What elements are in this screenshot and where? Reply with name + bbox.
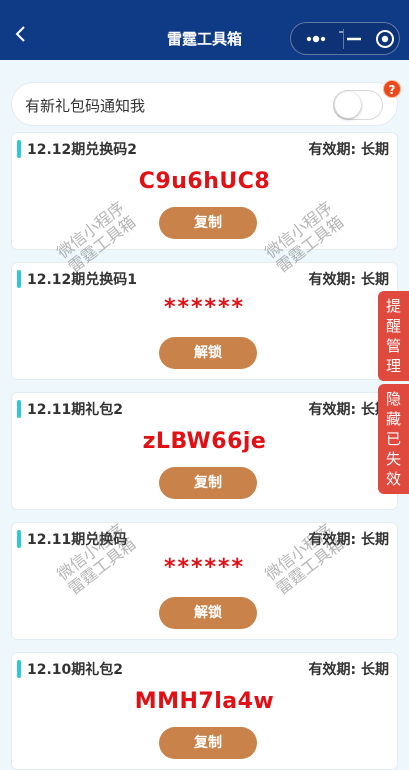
card-validity: 有效期: 长期 xyxy=(308,402,389,418)
navigation-bar: 雷霆工具箱 xyxy=(0,0,409,60)
code-card: 12.11期礼包2 有效期: 长期 zLBW66je 复制 xyxy=(11,392,398,510)
code-card: 12.12期兑换码1 有效期: 长期 ****** 解锁 xyxy=(11,262,398,380)
copy-button[interactable]: 复制 xyxy=(159,207,257,239)
code-card: 12.11期兑换码 有效期: 长期 ****** 解锁 xyxy=(11,522,398,640)
card-title: 12.10期礼包2 xyxy=(27,662,124,678)
code-card: 12.10期礼包2 有效期: 长期 MMH7la4w 复制 xyxy=(11,652,398,770)
card-title: 12.11期礼包2 xyxy=(27,402,124,418)
help-badge[interactable]: ? xyxy=(383,80,401,98)
hide-expired-tab[interactable]: 隐藏已失效 xyxy=(378,384,409,494)
accent-bar xyxy=(17,660,21,678)
card-code[interactable]: zLBW66je xyxy=(12,429,397,454)
accent-bar xyxy=(17,140,21,158)
card-code-masked: ****** xyxy=(163,555,246,580)
toggle-knob xyxy=(335,92,361,118)
card-code[interactable]: C9u6hUC8 xyxy=(12,169,397,194)
code-card: 12.12期兑换码2 有效期: 长期 C9u6hUC8 复制 xyxy=(11,132,398,250)
card-validity: 有效期: 长期 xyxy=(308,532,389,548)
copy-button[interactable]: 复制 xyxy=(159,727,257,759)
capsule-right xyxy=(344,23,400,54)
copy-button[interactable]: 复制 xyxy=(159,467,257,499)
card-title: 12.12期兑换码1 xyxy=(27,272,138,288)
accent-bar xyxy=(17,530,21,548)
unlock-button[interactable]: 解锁 xyxy=(159,337,257,369)
card-code-masked: ****** xyxy=(163,295,246,320)
notify-row: 有新礼包码通知我 xyxy=(11,82,398,126)
card-validity: 有效期: 长期 xyxy=(308,662,389,678)
unlock-button[interactable]: 解锁 xyxy=(159,597,257,629)
accent-bar xyxy=(17,270,21,288)
accent-bar xyxy=(17,400,21,418)
notify-label: 有新礼包码通知我 xyxy=(25,97,146,115)
reminder-manage-tab[interactable]: 提醒管理 xyxy=(378,291,409,381)
card-title: 12.12期兑换码2 xyxy=(27,142,138,158)
card-validity: 有效期: 长期 xyxy=(308,142,389,158)
card-code[interactable]: MMH7la4w xyxy=(12,689,397,714)
card-title: 12.11期兑换码 xyxy=(27,532,128,548)
card-validity: 有效期: 长期 xyxy=(308,272,389,288)
more-dots-icon[interactable] xyxy=(291,23,350,54)
mini-program-capsule xyxy=(290,22,400,55)
notify-toggle[interactable] xyxy=(333,90,383,120)
